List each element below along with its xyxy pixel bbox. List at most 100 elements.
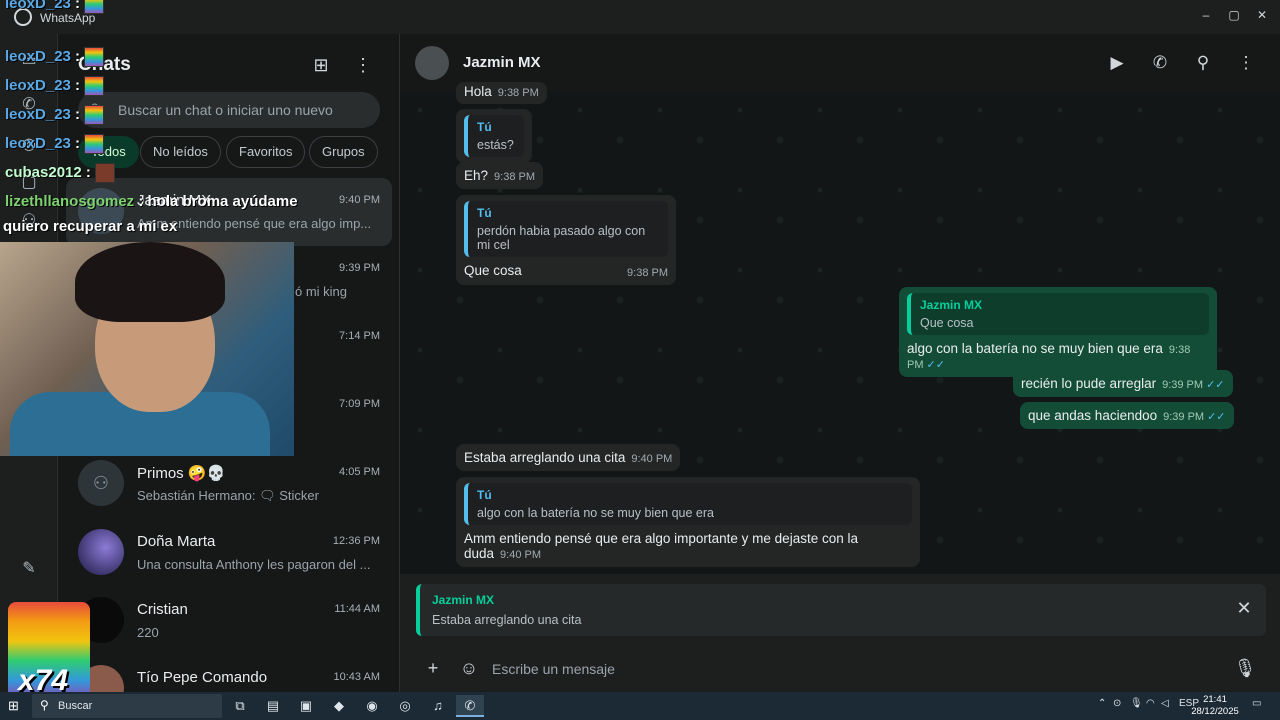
message-bubble[interactable]: Tú estás? <box>456 109 532 163</box>
quote-text: perdón habia pasado algo con mi cel <box>477 224 646 252</box>
obs-icon[interactable]: ◎ <box>391 695 419 717</box>
contact-name[interactable]: Jazmin MX <box>463 54 541 71</box>
message-bubble[interactable]: recién lo pude arreglar 9:39 PM ✓✓ <box>1013 370 1233 397</box>
message-input[interactable] <box>492 654 1222 684</box>
microphone-icon[interactable]: 🎙 <box>1232 655 1258 681</box>
chrome-icon[interactable]: ◉ <box>358 695 386 717</box>
stream-chat-line: leoxD_23 : <box>5 105 105 125</box>
filter-favorites[interactable]: Favoritos <box>226 136 306 168</box>
webcam-person-hair <box>75 242 225 322</box>
reply-composer: Jazmin MX Estaba arreglando una cita ✕ +… <box>400 574 1280 692</box>
search-input[interactable] <box>118 92 368 128</box>
chat-message-text: hola broma ayúdame <box>147 193 298 210</box>
file-explorer-icon[interactable]: ▤ <box>259 695 287 717</box>
quoted-message[interactable]: Tú perdón habia pasado algo con mi cel <box>464 201 668 257</box>
message-time: 9:38 PM <box>627 267 668 279</box>
message-time: 9:39 PM <box>1163 411 1205 423</box>
chat-separator: : <box>75 134 81 152</box>
quoted-message[interactable]: Tú estás? <box>464 115 524 157</box>
tray-overflow-icon[interactable]: ⌃ <box>1098 698 1106 714</box>
windows-start-icon[interactable]: ⊞ <box>8 698 24 714</box>
chat-time: 11:44 AM <box>334 603 380 615</box>
clock-time: 21:41 <box>1203 694 1227 705</box>
spotify-icon[interactable]: ♫ <box>424 695 452 717</box>
taskbar-search-input[interactable] <box>58 694 208 718</box>
contact-avatar[interactable] <box>415 46 449 80</box>
new-chat-icon[interactable]: ⊞ <box>308 52 334 78</box>
windows-taskbar: ⊞ ⚲ ⧉ ▤ ▣ ◆ ◉ ◎ ♫ ✆ ⌃ ⊙ 🎙 ◠ ◁ ESP 21:41 … <box>0 692 1280 720</box>
message-bubble[interactable]: Hola 9:38 PM <box>456 82 547 104</box>
search-bar[interactable]: ⚲ <box>78 92 380 128</box>
message-bubble[interactable]: Estaba arreglando una cita 9:40 PM <box>456 444 681 471</box>
tray-wifi-icon[interactable]: ◠ <box>1146 698 1155 714</box>
reply-text: Estaba arreglando una cita <box>432 613 582 627</box>
stream-chat-message: quiero recuperar a mi ex <box>3 218 178 235</box>
quoted-message[interactable]: Jazmin MX Que cosa <box>907 293 1209 335</box>
search-icon[interactable]: ⚲ <box>1190 50 1216 76</box>
stream-chat-line: cubas2012 : <box>5 163 116 183</box>
chat-time: 10:43 AM <box>333 671 380 683</box>
chat-item[interactable]: Cristian 11:44 AM 220 <box>66 587 392 655</box>
task-view-icon[interactable]: ⧉ <box>226 695 254 717</box>
chat-time: 9:40 PM <box>339 194 380 206</box>
message-text: recién lo pude arreglar <box>1021 376 1157 391</box>
chat-item[interactable]: Jazmin MX 9:40 PM Amm entiendo pensé que… <box>66 178 392 246</box>
stream-chat-line: leoxD_23 : <box>5 47 105 67</box>
reply-author: Jazmin MX <box>432 593 495 607</box>
avatar-emote-icon <box>95 163 116 183</box>
chat-time: 4:05 PM <box>339 466 380 478</box>
meta-ai-icon[interactable]: ✎ <box>18 558 40 580</box>
chat-username: leoxD_23 <box>5 105 71 123</box>
close-reply-icon[interactable]: ✕ <box>1232 596 1256 620</box>
message-text: Hola <box>464 84 492 99</box>
message-text: Estaba arreglando una cita <box>464 450 626 465</box>
rainbow-emote-icon <box>84 105 105 125</box>
taskbar-clock[interactable]: 21:41 28/12/2025 <box>1190 694 1240 718</box>
emote-combo-overlay: x74 <box>8 602 90 700</box>
chat-time: 9:39 PM <box>339 262 380 274</box>
chat-item[interactable]: Doña Marta 12:36 PM Una consulta Anthony… <box>66 519 392 587</box>
message-bubble[interactable]: Jazmin MX Que cosa algo con la batería n… <box>899 287 1217 377</box>
stream-chat-line: leoxD_23 : <box>5 0 105 14</box>
quote-text: algo con la batería no se muy bien que e… <box>477 506 714 520</box>
message-bubble[interactable]: Tú perdón habia pasado algo con mi cel Q… <box>456 195 676 285</box>
app-icon[interactable]: ◆ <box>325 695 353 717</box>
message-bubble[interactable]: Tú algo con la batería no se muy bien qu… <box>456 477 920 567</box>
message-bubble[interactable]: Eh? 9:38 PM <box>456 162 543 189</box>
chat-menu-icon[interactable]: ⋮ <box>1233 50 1259 76</box>
chat-separator: : <box>138 193 144 210</box>
menu-icon[interactable]: ⋮ <box>350 52 376 78</box>
chat-item[interactable]: ⚇ Primos 🤪💀 4:05 PM Sebastián Hermano: 🗨… <box>66 450 392 518</box>
filter-groups[interactable]: Grupos <box>309 136 378 168</box>
taskbar-search[interactable]: ⚲ <box>32 694 222 718</box>
emoji-icon[interactable]: ☺ <box>456 655 482 681</box>
search-icon: ⚲ <box>40 698 49 712</box>
chat-username: leoxD_23 <box>5 76 71 94</box>
close-window-button[interactable]: ✕ <box>1244 4 1280 26</box>
whatsapp-taskbar-icon[interactable]: ✆ <box>456 695 484 717</box>
chat-item[interactable]: Tío Pepe Comando 10:43 AM <box>66 655 392 692</box>
message-time: 9:40 PM <box>500 549 542 561</box>
message-text: que andas haciendoo <box>1028 408 1158 423</box>
message-bubble[interactable]: que andas haciendoo 9:39 PM ✓✓ <box>1020 402 1234 429</box>
chat-username: leoxD_23 <box>5 0 71 12</box>
avatar <box>78 529 124 575</box>
quoted-message[interactable]: Tú algo con la batería no se muy bien qu… <box>464 483 912 525</box>
message-text: Eh? <box>464 168 489 183</box>
voice-call-icon[interactable]: ✆ <box>1147 50 1173 76</box>
chat-preview: Una consulta Anthony les pagaron del ... <box>137 557 371 572</box>
attach-icon[interactable]: + <box>420 655 446 681</box>
tray-network-icon[interactable]: ⊙ <box>1113 698 1121 714</box>
read-receipt-icon: ✓✓ <box>1207 411 1226 423</box>
store-icon[interactable]: ▣ <box>292 695 320 717</box>
read-receipt-icon: ✓✓ <box>1206 379 1225 391</box>
video-call-icon[interactable]: ▶ <box>1104 50 1130 76</box>
filter-unread[interactable]: No leídos <box>140 136 221 168</box>
quote-author: Tú <box>477 488 492 502</box>
clock-date: 28/12/2025 <box>1191 706 1239 717</box>
tray-volume-icon[interactable]: ◁ <box>1161 698 1169 714</box>
chat-username: lizethllanosgomez <box>5 193 135 210</box>
quote-text: estás? <box>477 138 514 152</box>
tray-mic-icon[interactable]: 🎙 <box>1130 698 1143 714</box>
notifications-icon[interactable]: ▭ <box>1252 698 1261 714</box>
